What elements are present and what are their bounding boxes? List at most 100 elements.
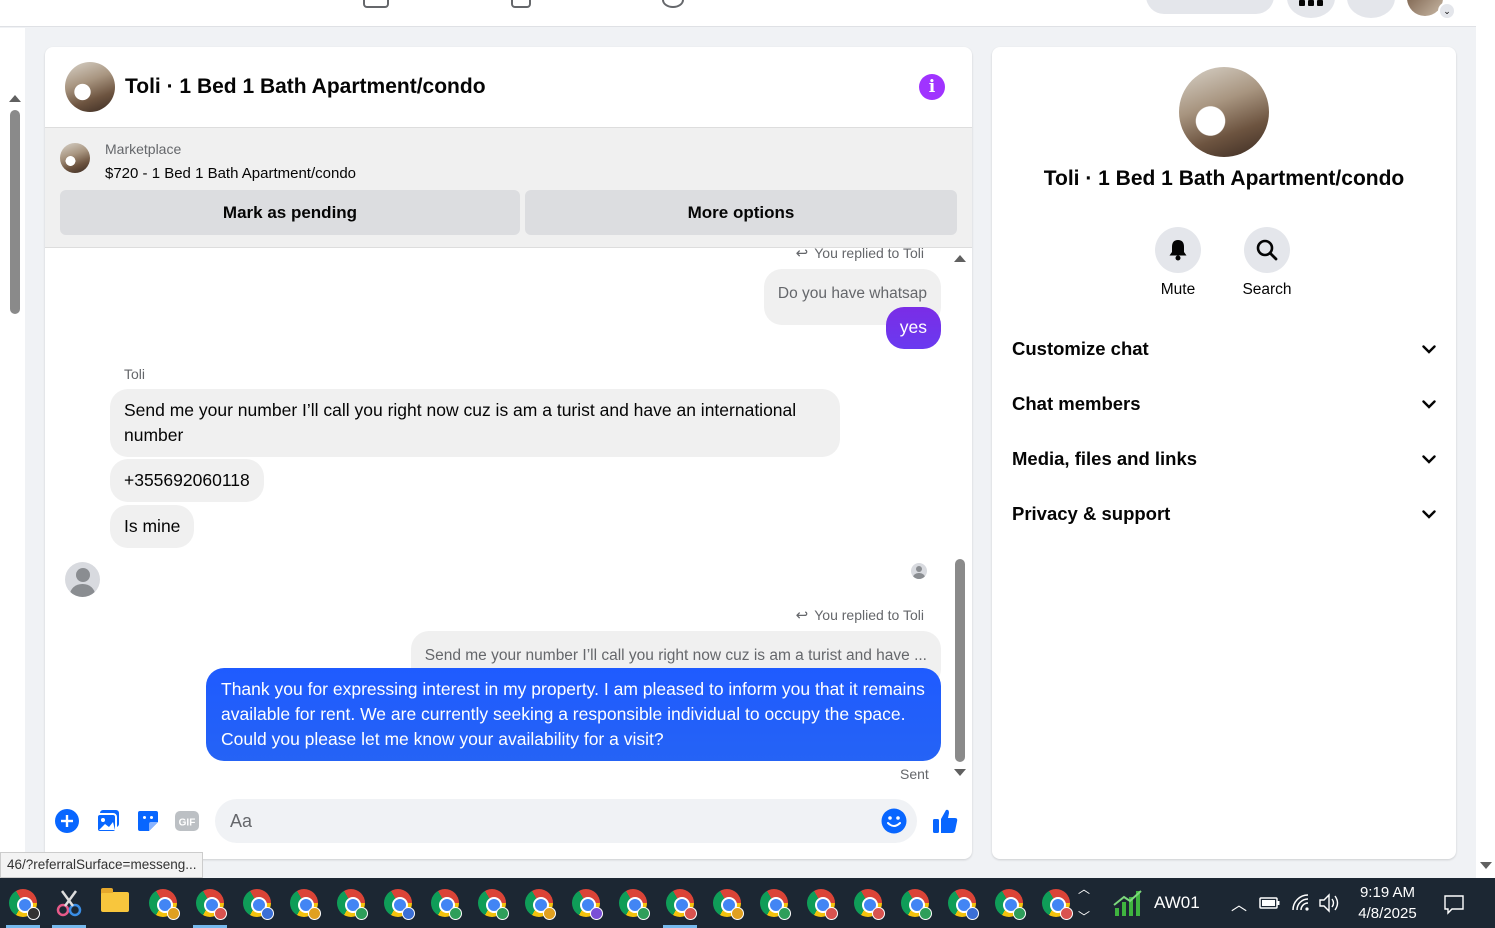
taskbar-chrome-profile[interactable]	[757, 886, 791, 920]
profile-badge	[731, 907, 744, 920]
chevron-down-icon[interactable]: ﹀	[1078, 908, 1090, 925]
network-widget[interactable]: AW01	[1112, 878, 1200, 928]
section-label: Customize chat	[1012, 338, 1149, 359]
taskbar-chrome-profile[interactable]	[381, 886, 415, 920]
show-hidden-icons-button[interactable]: ︿	[1231, 878, 1247, 928]
taskbar-chrome-profile[interactable]	[334, 886, 368, 920]
reply-indicator: You replied to Toli	[796, 606, 924, 624]
notification-center-icon[interactable]	[1443, 893, 1465, 915]
incoming-message[interactable]: +355692060118	[110, 459, 264, 502]
marketplace-banner: Marketplace $720 - 1 Bed 1 Bath Apartmen…	[45, 128, 972, 248]
listing-title[interactable]: $720 - 1 Bed 1 Bath Apartment/condo	[105, 165, 356, 182]
taskbar-chrome-profile[interactable]	[193, 886, 227, 928]
taskbar-snipping-tool[interactable]	[52, 886, 86, 928]
listing-avatar-large[interactable]	[1179, 67, 1269, 157]
scroll-up-arrow-icon[interactable]	[9, 95, 21, 102]
system-clock[interactable]: 9:19 AM 4/8/2025	[1350, 882, 1425, 924]
taskbar-chrome-profile[interactable]	[522, 886, 556, 920]
profile-badge	[496, 907, 509, 920]
plus-icon[interactable]	[54, 808, 80, 834]
marketplace-nav-icon[interactable]	[363, 0, 389, 8]
taskbar-chrome-profile[interactable]	[569, 886, 603, 920]
page-scrollbar[interactable]	[1476, 0, 1495, 878]
customize-chat-section[interactable]: Customize chat	[1012, 329, 1436, 369]
groups-nav-icon[interactable]	[511, 0, 531, 8]
taskbar-chrome-profile[interactable]	[240, 886, 274, 920]
messages-scrollbar[interactable]	[953, 249, 967, 784]
folder-icon	[101, 888, 129, 912]
taskbar-chrome-profile[interactable]	[428, 886, 462, 920]
battery-icon[interactable]	[1259, 895, 1281, 911]
left-scrollbar[interactable]	[0, 28, 25, 878]
chat-info-panel: Toli · 1 Bed 1 Bath Apartment/condo Mute…	[992, 47, 1456, 859]
sender-name: Toli	[124, 366, 146, 382]
more-options-button[interactable]: More options	[525, 190, 957, 235]
taskbar-chrome-profile[interactable]	[710, 886, 744, 920]
taskbar-chrome-profile[interactable]	[804, 886, 838, 920]
emoji-icon[interactable]	[881, 808, 907, 834]
mark-as-pending-button[interactable]: Mark as pending	[60, 190, 520, 235]
taskbar-chrome-profile[interactable]	[616, 886, 650, 920]
taskbar-chrome-app[interactable]	[6, 886, 40, 928]
chat-title[interactable]: Toli · 1 Bed 1 Bath Apartment/condo	[125, 75, 486, 99]
mute-label: Mute	[1160, 281, 1196, 298]
chevron-down-icon	[1422, 454, 1436, 464]
profile-badge	[1060, 907, 1073, 920]
mute-action[interactable]: Mute	[1138, 227, 1218, 299]
search-button[interactable]	[1244, 227, 1290, 273]
scroll-down-arrow-icon[interactable]	[954, 769, 966, 776]
listing-avatar[interactable]	[65, 62, 115, 112]
sticker-icon[interactable]	[135, 808, 161, 834]
scroll-down-arrow-icon[interactable]	[1480, 862, 1492, 869]
taskbar-file-explorer[interactable]	[98, 886, 132, 920]
info-icon[interactable]: i	[919, 74, 945, 100]
chat-members-section[interactable]: Chat members	[1012, 384, 1436, 424]
taskbar-chrome-profile[interactable]	[1039, 886, 1073, 920]
listing-thumbnail[interactable]	[60, 143, 90, 173]
profile-badge	[684, 907, 697, 920]
clock-time: 9:19 AM	[1359, 884, 1416, 901]
chevron-up-icon[interactable]: ︿	[1078, 880, 1090, 897]
scrollbar-thumb[interactable]	[10, 110, 20, 314]
media-files-links-section[interactable]: Media, files and links	[1012, 439, 1436, 479]
incoming-message[interactable]: Is mine	[110, 505, 195, 548]
profile-badge	[167, 907, 180, 920]
message-input[interactable]	[215, 799, 917, 843]
scrollbar-thumb[interactable]	[955, 559, 965, 762]
section-label: Chat members	[1012, 393, 1141, 414]
create-button[interactable]	[1146, 0, 1274, 14]
gaming-nav-icon[interactable]	[662, 0, 684, 8]
taskbar-chrome-profile[interactable]	[945, 886, 979, 920]
chevron-down-icon[interactable]: ⌄	[1438, 2, 1456, 20]
gif-icon[interactable]: GIF	[174, 808, 200, 834]
incoming-message[interactable]: Send me your number I’ll call you right …	[110, 389, 840, 457]
taskbar-overflow-scroller[interactable]: ︿ ﹀	[1073, 878, 1095, 928]
profile-badge	[27, 907, 40, 920]
search-label: Search	[1242, 281, 1292, 298]
profile-badge	[872, 907, 885, 920]
privacy-support-section[interactable]: Privacy & support	[1012, 494, 1436, 534]
sender-avatar[interactable]	[65, 562, 100, 597]
taskbar-chrome-profile[interactable]	[146, 886, 180, 920]
taskbar-chrome-profile[interactable]	[851, 886, 885, 920]
scroll-up-arrow-icon[interactable]	[954, 255, 966, 262]
info-title: Toli · 1 Bed 1 Bath Apartment/condo	[1043, 167, 1405, 190]
thumbs-up-icon[interactable]	[931, 807, 959, 835]
outgoing-message[interactable]: Thank you for expressing interest in my …	[206, 668, 941, 761]
taskbar-chrome-profile[interactable]	[898, 886, 932, 920]
marketplace-label: Marketplace	[105, 141, 182, 157]
photo-icon[interactable]	[95, 808, 121, 834]
chevron-down-icon	[1422, 344, 1436, 354]
search-action[interactable]: Search	[1227, 227, 1307, 299]
taskbar-chrome-profile[interactable]	[663, 886, 697, 928]
taskbar-chrome-profile[interactable]	[475, 886, 509, 920]
volume-icon[interactable]	[1318, 893, 1340, 913]
section-label: Media, files and links	[1012, 448, 1198, 469]
taskbar-chrome-profile[interactable]	[992, 886, 1026, 920]
mute-button[interactable]	[1155, 227, 1201, 273]
messenger-button[interactable]	[1347, 0, 1395, 18]
wifi-icon[interactable]	[1291, 893, 1311, 913]
taskbar-chrome-profile[interactable]	[287, 886, 321, 920]
profile-badge	[966, 907, 979, 920]
outgoing-message[interactable]: yes	[885, 307, 941, 349]
